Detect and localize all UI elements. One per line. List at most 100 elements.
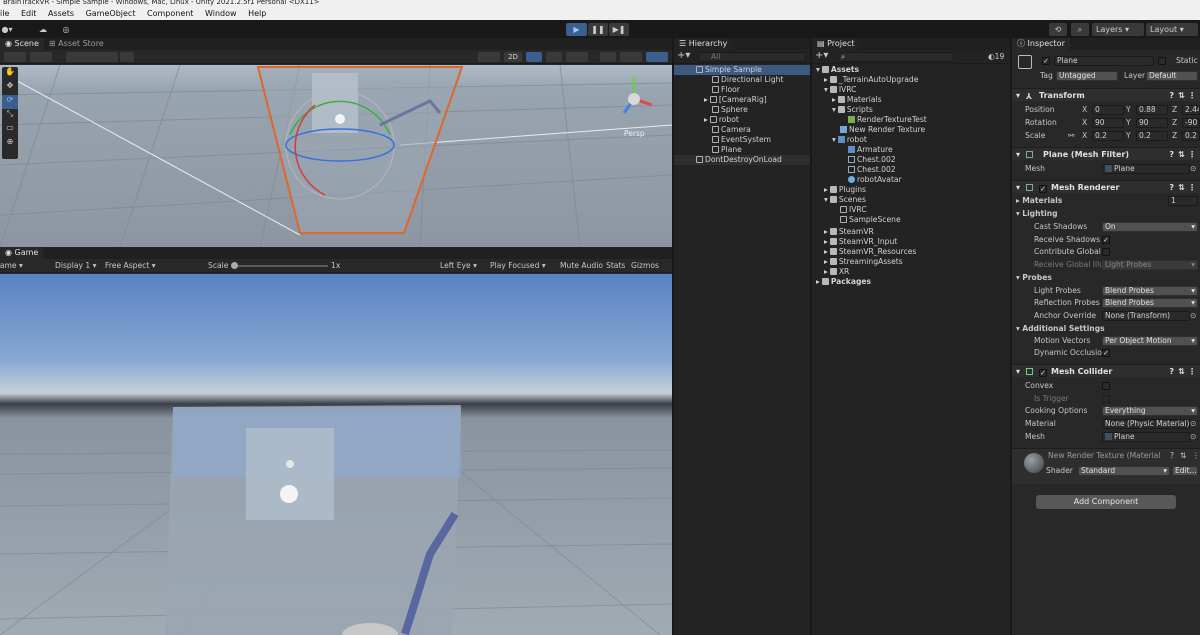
project-folder[interactable]: ▸ Plugins: [824, 185, 866, 195]
active-checkbox[interactable]: ✓: [1042, 57, 1050, 65]
project-folder-packages[interactable]: ▸ Packages: [816, 277, 871, 287]
material-more-icon[interactable]: ⋮: [1192, 451, 1200, 461]
cooking-options-dropdown[interactable]: Everything ▾: [1102, 406, 1198, 416]
layers-dropdown[interactable]: Layers ▾: [1092, 23, 1144, 36]
hidden-packages-icon[interactable]: ◐19: [988, 52, 1004, 62]
scale-y-field[interactable]: 0.2: [1136, 131, 1168, 141]
menu-gameobject[interactable]: GameObject: [86, 9, 136, 18]
render-mode-icon[interactable]: [30, 52, 52, 62]
shader-dropdown[interactable]: Standard ▾: [1078, 466, 1170, 476]
hierarchy-item[interactable]: Directional Light: [674, 75, 783, 85]
materials-foldout[interactable]: ▸ Materials: [1016, 196, 1062, 206]
account-icon[interactable]: ●▾: [0, 23, 14, 36]
project-folder[interactable]: ▸ SteamVR_Input: [824, 237, 897, 247]
menu-edit[interactable]: Edit: [21, 9, 37, 18]
scale-slider[interactable]: [232, 265, 328, 267]
create-asset-button[interactable]: +▾: [815, 51, 828, 61]
menu-component[interactable]: Component: [147, 9, 193, 18]
hierarchy-item[interactable]: Floor: [674, 85, 740, 95]
tab-inspector[interactable]: ⓘ Inspector: [1012, 38, 1070, 50]
mesh-collider-header[interactable]: ▾ ✓ Mesh Collider ? ⇅ ⋮: [1012, 364, 1200, 377]
project-folder[interactable]: ▸ XR: [824, 267, 849, 277]
hand-tool-icon[interactable]: ✋: [2, 67, 18, 81]
lighting-foldout[interactable]: ▾ Lighting: [1016, 209, 1058, 219]
motion-vectors-dropdown[interactable]: Per Object Motion ▾: [1102, 336, 1198, 346]
audio-toggle-icon[interactable]: [546, 52, 562, 62]
gizmos-button[interactable]: Gizmos: [631, 261, 659, 271]
scale-tool-icon[interactable]: ⤡: [2, 109, 18, 123]
project-asset[interactable]: New Render Texture: [840, 125, 925, 135]
more-icon[interactable]: ⋮: [1188, 148, 1196, 161]
hierarchy-item[interactable]: Camera: [674, 125, 751, 135]
preset-icon[interactable]: ⇅: [1178, 148, 1185, 161]
tab-asset-store[interactable]: ⊞ Asset Store: [44, 38, 109, 50]
tab-hierarchy[interactable]: ☰ Hierarchy: [674, 38, 733, 50]
project-scene[interactable]: IVRC: [840, 205, 867, 215]
hierarchy-item[interactable]: Sphere: [674, 105, 748, 115]
mute-audio-button[interactable]: Mute Audio: [560, 261, 603, 271]
help-icon[interactable]: ?: [1169, 148, 1174, 161]
play-button[interactable]: ▶: [566, 23, 587, 36]
cast-shadows-dropdown[interactable]: On ▾: [1102, 222, 1198, 232]
scene-viewport[interactable]: ✋ ✥ ⟳ ⤡ ▭ ⊕ Persp: [0, 65, 672, 247]
hidden-objects-icon[interactable]: [600, 52, 616, 62]
more-icon[interactable]: ⋮: [1188, 365, 1196, 378]
project-asset[interactable]: Armature: [848, 145, 893, 155]
project-script[interactable]: RenderTextureTest: [848, 115, 927, 125]
rect-tool-icon[interactable]: ▭: [2, 123, 18, 137]
receive-shadows-checkbox[interactable]: ✓: [1102, 236, 1110, 244]
add-object-button[interactable]: +▾: [677, 51, 690, 61]
tag-dropdown[interactable]: Untagged: [1056, 71, 1118, 81]
eye-dropdown[interactable]: Left Eye ▾: [440, 261, 477, 271]
position-y-field[interactable]: 0.88: [1136, 105, 1168, 115]
rotate-tool-icon[interactable]: ⟳: [2, 95, 18, 109]
scale-slider-thumb[interactable]: [231, 262, 238, 269]
physic-material-field[interactable]: None (Physic Material): [1102, 419, 1190, 429]
hierarchy-item[interactable]: EventSystem: [674, 135, 771, 145]
object-picker-icon[interactable]: ⊙: [1190, 164, 1196, 174]
preset-icon[interactable]: ⇅: [1178, 89, 1185, 102]
step-button[interactable]: ▶❚: [609, 23, 629, 36]
project-folder[interactable]: ▾ Scripts: [832, 105, 873, 115]
material-help-icon[interactable]: ?: [1170, 451, 1174, 461]
menu-assets[interactable]: Assets: [48, 9, 74, 18]
project-search-input[interactable]: ⌕: [838, 52, 954, 62]
position-z-field[interactable]: 2.44: [1182, 105, 1200, 115]
rotation-x-field[interactable]: 90: [1092, 118, 1124, 128]
hierarchy-item-simple-sample[interactable]: Simple Sample: [674, 65, 810, 75]
mesh-filter-header[interactable]: ▾ Plane (Mesh Filter) ? ⇅ ⋮: [1012, 147, 1200, 160]
mesh-renderer-enabled-checkbox[interactable]: ✓: [1039, 185, 1048, 193]
help-icon[interactable]: ?: [1169, 365, 1174, 378]
hierarchy-item[interactable]: ▸ [CameraRig]: [674, 95, 767, 105]
dynamic-occlusion-checkbox[interactable]: ✓: [1102, 349, 1110, 357]
help-icon[interactable]: ?: [1169, 181, 1174, 194]
preset-icon[interactable]: ⇅: [1178, 365, 1185, 378]
display-number-dropdown[interactable]: Display 1 ▾: [55, 261, 96, 271]
gizmos-toggle-icon[interactable]: [646, 52, 668, 62]
project-folder-assets[interactable]: ▾ Assets: [816, 65, 859, 75]
scene-gizmo[interactable]: Persp: [604, 69, 664, 139]
transform-tool-icon[interactable]: ⊕: [2, 137, 18, 151]
project-folder[interactable]: ▾ Scenes: [824, 195, 866, 205]
layer-dropdown[interactable]: Default: [1146, 71, 1198, 81]
more-icon[interactable]: ⋮: [1188, 181, 1196, 194]
tab-project[interactable]: ▤ Project: [812, 38, 860, 50]
menu-file[interactable]: File: [0, 9, 9, 18]
camera-settings-icon[interactable]: [620, 52, 642, 62]
object-picker-icon[interactable]: ⊙: [1190, 311, 1196, 321]
game-viewport[interactable]: [0, 274, 672, 635]
project-folder[interactable]: ▾ IVRC: [824, 85, 856, 95]
project-asset[interactable]: Chest.002: [848, 165, 896, 175]
convex-checkbox[interactable]: [1102, 382, 1110, 390]
constrain-proportions-icon[interactable]: ⚯: [1068, 131, 1074, 141]
effects-toggle-icon[interactable]: [566, 52, 588, 62]
project-folder[interactable]: ▸ SteamVR_Resources: [824, 247, 916, 257]
hierarchy-item[interactable]: ▸ robot: [674, 115, 739, 125]
object-picker-icon[interactable]: ⊙: [1190, 419, 1196, 429]
project-scene[interactable]: SampleScene: [840, 215, 901, 225]
toggle-2d-button[interactable]: 2D: [504, 52, 522, 62]
position-x-field[interactable]: 0: [1092, 105, 1124, 115]
tab-game[interactable]: ◉ Game: [0, 247, 44, 259]
collider-mesh-field[interactable]: Plane: [1102, 432, 1190, 442]
scale-x-field[interactable]: 0.2: [1092, 131, 1124, 141]
